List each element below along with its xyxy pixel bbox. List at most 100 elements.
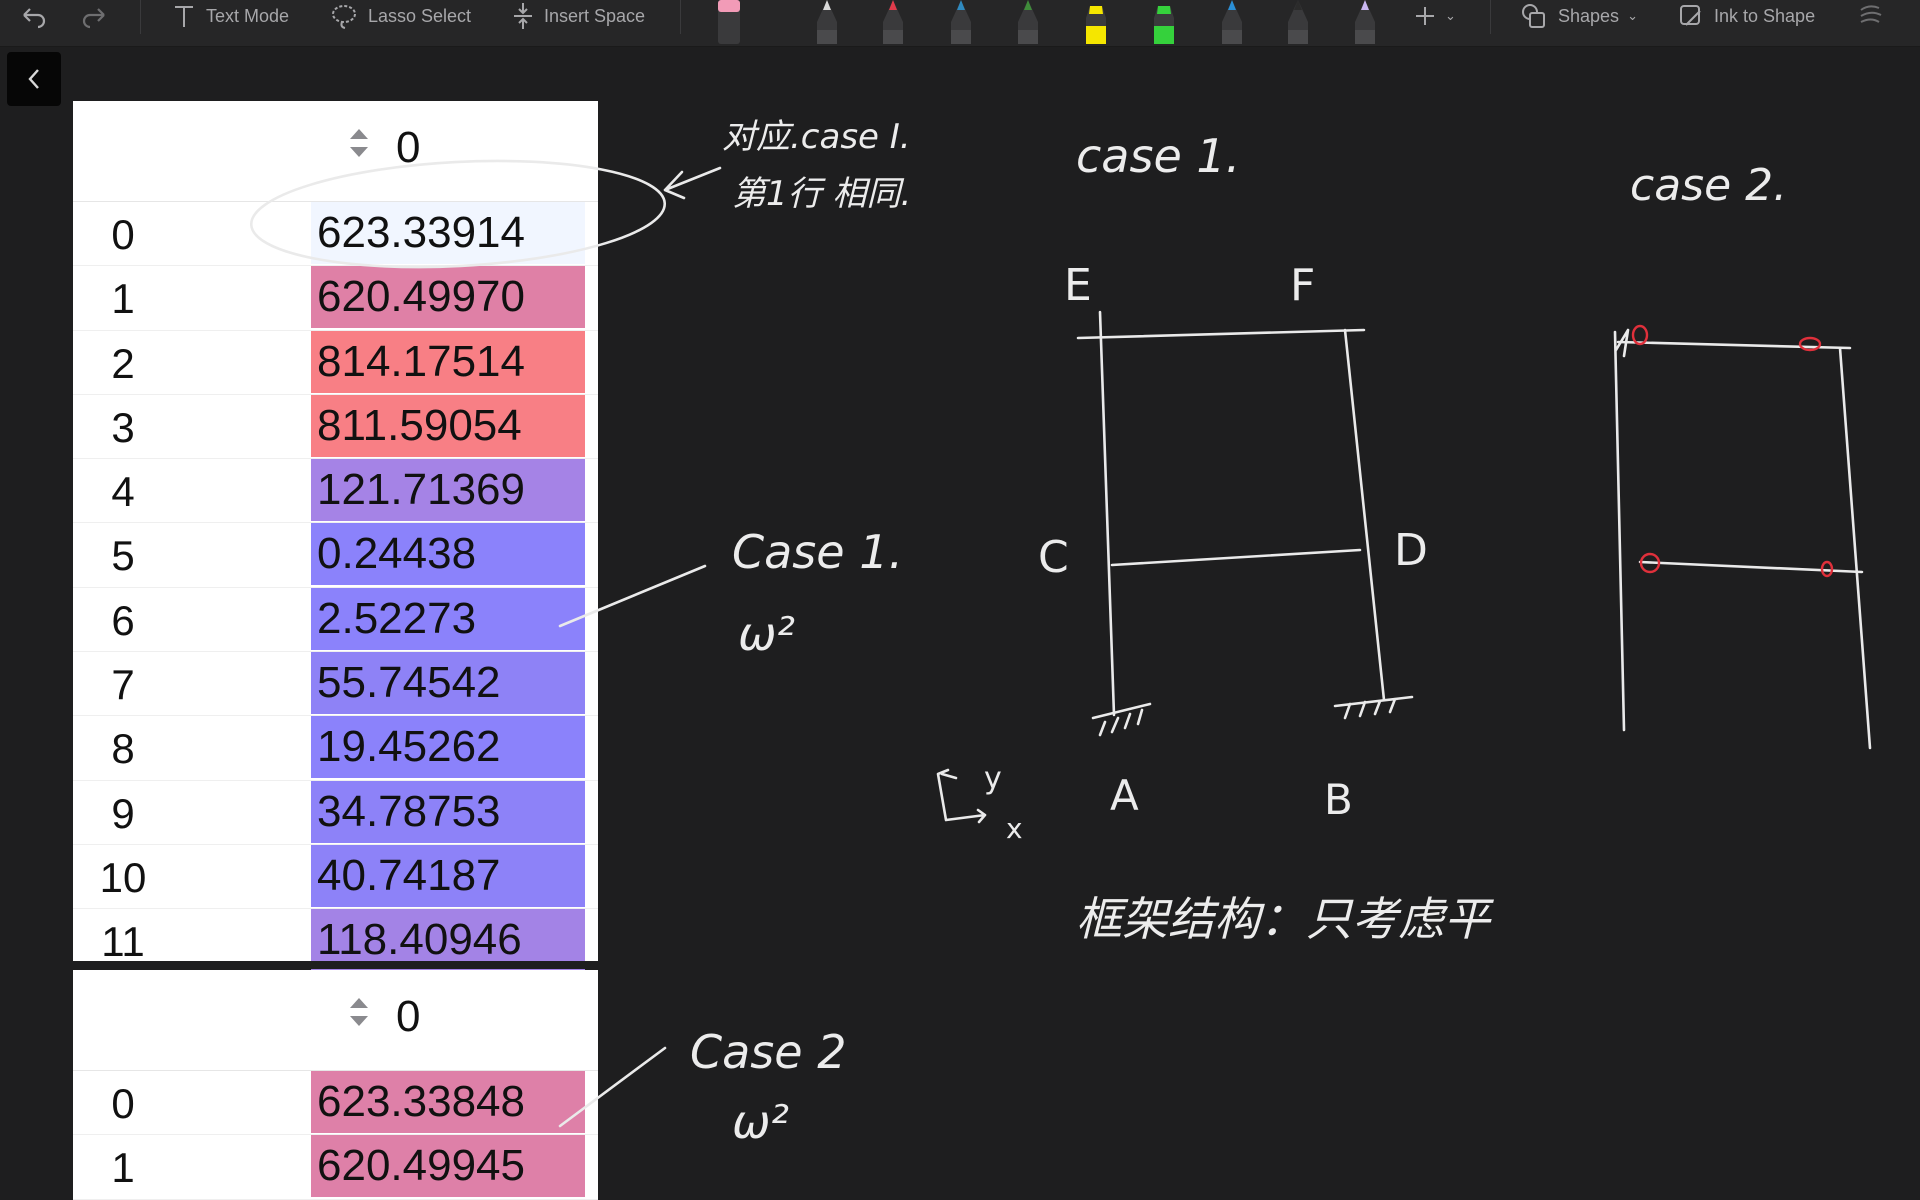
pen-tool-icon[interactable] bbox=[1350, 0, 1380, 44]
column-header: 0 bbox=[396, 123, 421, 172]
insert-space-label: Insert Space bbox=[544, 5, 646, 26]
value-cell: 623.33848 bbox=[311, 1071, 585, 1133]
sort-arrows-icon[interactable] bbox=[346, 125, 372, 161]
ink-replay-button[interactable] bbox=[1858, 0, 1886, 32]
output-table-case2: 0 0 623.33848 1 620.49945 bbox=[73, 970, 598, 1200]
row-index: 7 bbox=[111, 661, 135, 709]
pen-tool-icon[interactable] bbox=[1149, 0, 1179, 44]
shapes-icon bbox=[1522, 4, 1545, 28]
row-index: 5 bbox=[111, 532, 135, 580]
panel-gap bbox=[73, 961, 598, 969]
value-cell: 620.49945 bbox=[311, 1135, 585, 1198]
value-cell: 34.78753 bbox=[311, 780, 585, 843]
frame-diagram-case2 bbox=[1613, 328, 1872, 750]
table-row: 6 2.52273 bbox=[73, 587, 598, 653]
table-row: 4 121.71369 bbox=[73, 459, 598, 524]
pen-tool-icon[interactable] bbox=[812, 0, 842, 44]
chevron-down-icon: ⌄ bbox=[1627, 8, 1638, 23]
table-row: 8 19.45262 bbox=[73, 716, 598, 781]
undo-button[interactable] bbox=[18, 0, 48, 32]
value-cell: 19.45262 bbox=[311, 716, 585, 779]
table-row: 0 623.33914 bbox=[73, 202, 598, 267]
chevron-left-icon bbox=[28, 69, 39, 89]
table-row: 10 40.74187 bbox=[73, 844, 598, 910]
sort-arrows-icon[interactable] bbox=[346, 994, 372, 1030]
value-cell: 623.33914 bbox=[311, 202, 585, 264]
value-cell: 814.17514 bbox=[311, 330, 585, 393]
case1-title: case 1. bbox=[1076, 129, 1240, 183]
lasso-select-label: Lasso Select bbox=[368, 5, 472, 26]
text-mode-button[interactable]: Text Mode bbox=[172, 0, 289, 32]
shapes-button[interactable]: Shapes ⌄ bbox=[1520, 0, 1638, 32]
case2-omega: ω² bbox=[732, 1095, 789, 1149]
table-header: 0 bbox=[73, 101, 598, 202]
table-row: 1 620.49945 bbox=[73, 1135, 598, 1200]
toolbar-divider bbox=[680, 0, 681, 34]
frame-diagram-case1 bbox=[1076, 310, 1414, 737]
hinge-markers bbox=[1631, 324, 1834, 578]
table-row: 5 0.24438 bbox=[73, 523, 598, 588]
plus-icon bbox=[1416, 7, 1434, 25]
chevron-down-icon: ⌄ bbox=[1445, 8, 1456, 23]
case2-label: Case 2 bbox=[690, 1025, 846, 1079]
value-cell: 811.59054 bbox=[311, 394, 585, 457]
add-tool-button[interactable]: ⌄ bbox=[1413, 0, 1456, 32]
lasso-select-button[interactable]: Lasso Select bbox=[330, 0, 471, 32]
back-button[interactable] bbox=[7, 52, 61, 106]
node-b: B bbox=[1324, 775, 1353, 824]
table-body: 0 623.33848 1 620.49945 bbox=[73, 1071, 598, 1200]
text-mode-label: Text Mode bbox=[206, 5, 290, 26]
row-index: 2 bbox=[111, 339, 135, 387]
row-index: 10 bbox=[99, 853, 147, 901]
node-d: D bbox=[1394, 525, 1428, 576]
frame-caption: 框架结构：只考虑平 bbox=[1076, 892, 1494, 946]
toolbar-divider bbox=[1490, 0, 1491, 34]
value-cell: 40.74187 bbox=[311, 844, 585, 907]
redo-icon bbox=[82, 8, 105, 29]
table-row: 0 623.33848 bbox=[73, 1071, 598, 1136]
insert-space-button[interactable]: Insert Space bbox=[512, 0, 645, 32]
pen-tool-icon[interactable] bbox=[1013, 0, 1043, 44]
value-cell: 55.74542 bbox=[311, 652, 585, 715]
case1-label: Case 1. bbox=[732, 525, 903, 579]
shapes-label: Shapes bbox=[1558, 5, 1620, 26]
ink-to-shape-icon bbox=[1680, 5, 1701, 26]
node-e: E bbox=[1064, 260, 1092, 311]
pen-tool-icon[interactable] bbox=[946, 0, 976, 44]
node-f: F bbox=[1290, 260, 1315, 311]
table-header: 0 bbox=[73, 970, 598, 1071]
row-index: 6 bbox=[111, 596, 135, 644]
value-cell: 620.49970 bbox=[311, 266, 585, 329]
ink-to-shape-label: Ink to Shape bbox=[1714, 5, 1816, 26]
table-row: 2 814.17514 bbox=[73, 330, 598, 395]
table-row: 3 811.59054 bbox=[73, 394, 598, 460]
row-index: 8 bbox=[111, 725, 135, 773]
pen-tool-icon[interactable] bbox=[1081, 0, 1111, 44]
column-header: 0 bbox=[396, 992, 421, 1041]
row-index: 1 bbox=[111, 1144, 135, 1192]
undo-icon bbox=[23, 8, 46, 29]
pen-tool-icon[interactable] bbox=[878, 0, 908, 44]
ink-to-shape-button[interactable]: Ink to Shape bbox=[1678, 0, 1815, 32]
table-body: 0 623.33914 1 620.49970 2 814.17514 3 811.59054… bbox=[73, 202, 598, 974]
pen-tool-icon[interactable] bbox=[1217, 0, 1247, 44]
table-row: 1 620.49970 bbox=[73, 266, 598, 331]
case1-omega: ω² bbox=[738, 607, 795, 661]
row-index: 0 bbox=[111, 211, 135, 258]
lasso-icon bbox=[332, 5, 356, 29]
axis-y-label: y bbox=[984, 761, 1002, 796]
pen-tool-icon[interactable] bbox=[1283, 0, 1313, 44]
squiggle-icon bbox=[1860, 5, 1882, 23]
output-table-case1: 0 0 623.33914 1 620.49970 2 814.17514 3 811.590… bbox=[73, 101, 598, 974]
row-index: 9 bbox=[111, 789, 135, 837]
row-index: 11 bbox=[101, 918, 145, 966]
redo-button[interactable] bbox=[80, 0, 110, 32]
eraser-tool-icon[interactable] bbox=[714, 0, 744, 44]
arrow-to-note bbox=[663, 166, 722, 200]
node-a: A bbox=[1110, 771, 1139, 820]
node-c: C bbox=[1038, 532, 1069, 583]
table-row: 7 55.74542 bbox=[73, 652, 598, 717]
row-index: 4 bbox=[111, 468, 135, 516]
row-index: 3 bbox=[111, 403, 135, 451]
toolbar-divider bbox=[140, 0, 141, 34]
